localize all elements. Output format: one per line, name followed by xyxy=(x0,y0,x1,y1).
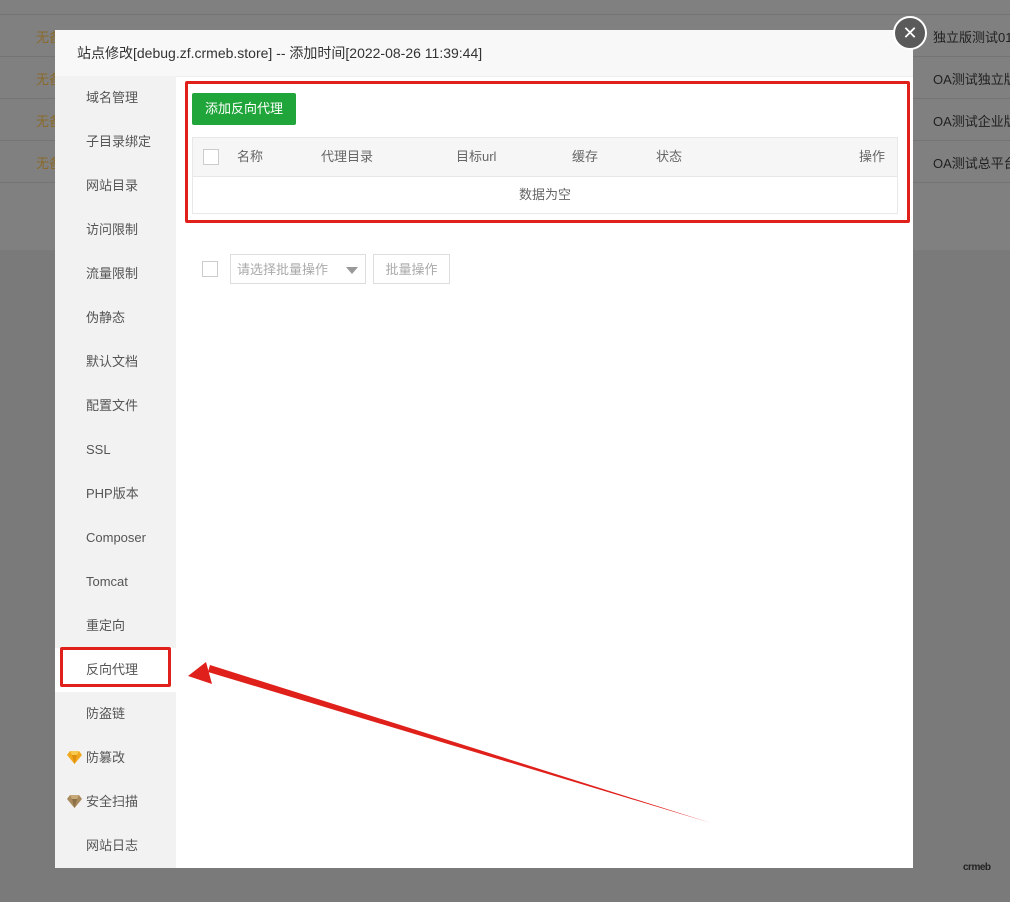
watermark-logo: crmeb xyxy=(963,862,991,873)
annotation-arrow xyxy=(188,662,711,823)
